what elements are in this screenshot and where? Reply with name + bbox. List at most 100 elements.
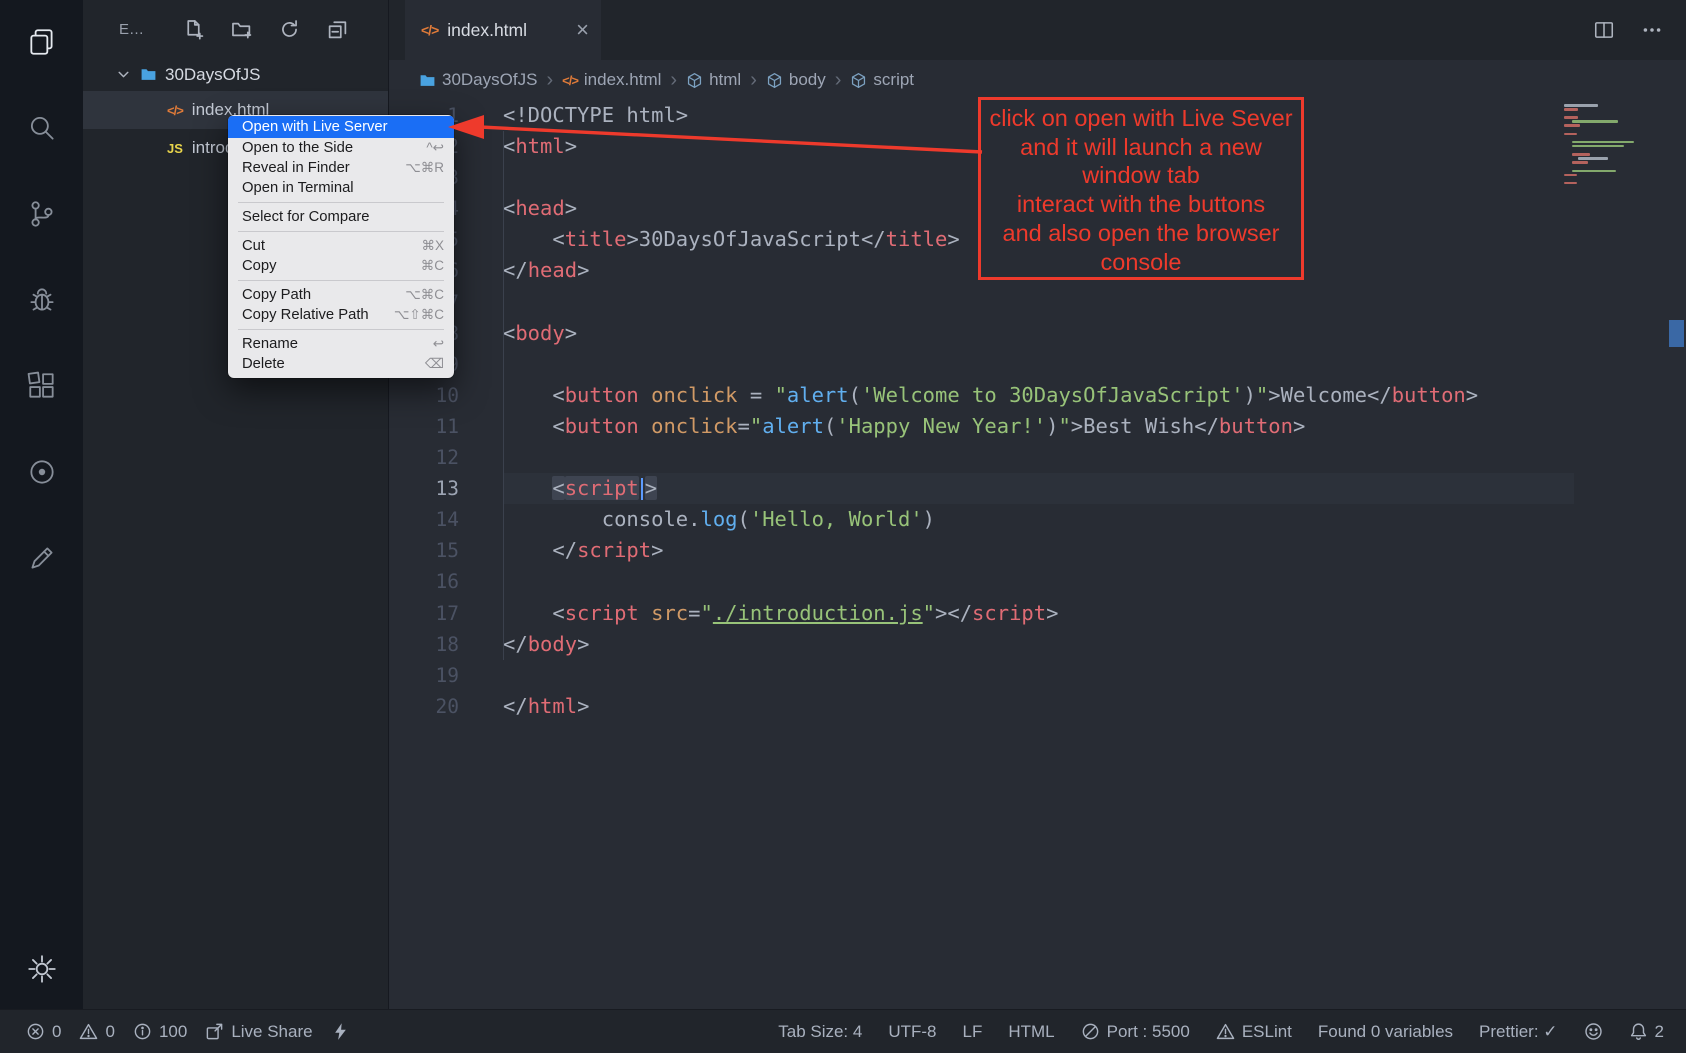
explorer-icon[interactable] <box>14 14 70 70</box>
code-line-11[interactable]: 11 <button onclick="alert('Happy New Yea… <box>389 411 1686 442</box>
code-line-8[interactable]: 8<body> <box>389 318 1686 349</box>
status-variables-found[interactable]: Found 0 variables <box>1318 1022 1453 1042</box>
settings-gear-icon[interactable] <box>14 941 70 997</box>
port-icon <box>1081 1022 1100 1041</box>
code-line-7[interactable]: 7 <box>389 287 1686 318</box>
line-number: 18 <box>389 629 459 660</box>
menu-item-open-in-terminal[interactable]: Open in Terminal <box>228 178 454 198</box>
refresh-explorer-icon[interactable] <box>278 18 300 40</box>
status-problems-warnings[interactable]: 0 <box>79 1022 114 1042</box>
live-share-icon <box>205 1022 224 1041</box>
line-content: <script> <box>503 473 1574 504</box>
breadcrumb-item-30daysofjs[interactable]: 30DaysOfJS <box>419 70 537 90</box>
html-icon: </> <box>562 73 578 88</box>
breadcrumb-item-html[interactable]: html <box>686 70 741 90</box>
code-line-9[interactable]: 9 <box>389 349 1686 380</box>
line-number: 14 <box>389 504 459 535</box>
source-control-icon[interactable] <box>14 186 70 242</box>
status-tab-size[interactable]: Tab Size: 4 <box>778 1022 862 1042</box>
menu-shortcut: ⌘C <box>421 256 444 276</box>
code-line-10[interactable]: 10 <button onclick = "alert('Welcome to … <box>389 380 1686 411</box>
run-and-debug-icon[interactable] <box>14 272 70 328</box>
explorer-title: E… <box>119 21 144 38</box>
line-content: <button onclick="alert('Happy New Year!'… <box>503 411 1574 442</box>
search-icon[interactable] <box>14 100 70 156</box>
menu-item-rename[interactable]: Rename↩ <box>228 334 454 354</box>
menu-item-copy[interactable]: Copy⌘C <box>228 256 454 276</box>
breadcrumb-item-script[interactable]: script <box>850 70 914 90</box>
status-live-share[interactable]: Live Share <box>205 1022 312 1042</box>
menu-separator <box>238 202 444 203</box>
remote-extension-icon[interactable] <box>14 444 70 500</box>
menu-item-copy-relative-path[interactable]: Copy Relative Path⌥⇧⌘C <box>228 305 454 325</box>
status-problems-errors[interactable]: 0 <box>26 1022 61 1042</box>
code-line-16[interactable]: 16 <box>389 566 1686 597</box>
code-line-13[interactable]: 13 <script> <box>389 473 1686 504</box>
close-tab-icon[interactable]: × <box>576 19 589 41</box>
menu-separator <box>238 329 444 330</box>
status-live-server-port[interactable]: Port : 5500 <box>1081 1022 1190 1042</box>
menu-item-copy-path[interactable]: Copy Path⌥⌘C <box>228 285 454 305</box>
feedback-icon[interactable] <box>14 530 70 586</box>
status-end-of-line[interactable]: LF <box>963 1022 983 1042</box>
code-line-19[interactable]: 19 <box>389 660 1686 691</box>
collapse-folders-icon[interactable] <box>326 18 348 40</box>
line-number: 19 <box>389 660 459 691</box>
warning-icon <box>79 1022 98 1041</box>
status-feedback-smiley[interactable] <box>1584 1022 1603 1041</box>
menu-shortcut: ⌘X <box>421 236 444 256</box>
code-line-18[interactable]: 18</body> <box>389 629 1686 660</box>
menu-item-cut[interactable]: Cut⌘X <box>228 236 454 256</box>
menu-separator <box>238 231 444 232</box>
status-notifications[interactable]: 2 <box>1629 1022 1664 1042</box>
annotation-box: click on open with Live Severand it will… <box>978 97 1304 280</box>
tab-index-html[interactable]: </> index.html × <box>405 0 601 60</box>
menu-item-delete[interactable]: Delete⌫ <box>228 354 454 374</box>
text-cursor <box>641 478 643 500</box>
smiley-icon <box>1584 1022 1603 1041</box>
status-prettier[interactable]: Prettier: ✓ <box>1479 1022 1557 1042</box>
folder-row-30DaysOfJS[interactable]: 30DaysOfJS <box>83 58 388 91</box>
breadcrumb-separator: › <box>835 69 842 92</box>
breadcrumb-item-index-html[interactable]: </>index.html <box>562 70 661 90</box>
split-editor-icon[interactable] <box>1592 18 1616 42</box>
line-content: </html> <box>503 691 1574 722</box>
status-eslint[interactable]: ESLint <box>1216 1022 1292 1042</box>
status-info-count[interactable]: 100 <box>133 1022 187 1042</box>
more-actions-icon[interactable] <box>1640 18 1664 42</box>
status-encoding[interactable]: UTF-8 <box>888 1022 936 1042</box>
code-line-20[interactable]: 20</html> <box>389 691 1686 722</box>
chevron-down-icon <box>115 66 132 83</box>
line-number: 10 <box>389 380 459 411</box>
activity-bar <box>0 0 83 1009</box>
line-content <box>503 442 1574 473</box>
menu-item-open-to-the-side[interactable]: Open to the Side^↩ <box>228 138 454 158</box>
cube-icon <box>686 72 703 89</box>
breadcrumb-item-body[interactable]: body <box>766 70 826 90</box>
status-quick-action[interactable] <box>331 1022 350 1041</box>
code-line-12[interactable]: 12 <box>389 442 1686 473</box>
new-file-icon[interactable] <box>182 18 204 40</box>
breadcrumb-separator: › <box>750 69 757 92</box>
line-content: <body> <box>503 318 1574 349</box>
annotation-line: window tab <box>981 161 1301 190</box>
code-line-15[interactable]: 15 </script> <box>389 535 1686 566</box>
minimap[interactable] <box>1564 104 1656 186</box>
new-folder-icon[interactable] <box>230 18 252 40</box>
line-content <box>503 660 1574 691</box>
line-content <box>503 349 1574 380</box>
menu-shortcut: ↩ <box>433 334 444 354</box>
code-line-17[interactable]: 17 <script src="./introduction.js"></scr… <box>389 598 1686 629</box>
line-content <box>503 566 1574 597</box>
menu-shortcut: ⌥⇧⌘C <box>394 305 444 325</box>
line-number: 13 <box>389 473 459 504</box>
line-content: <script src="./introduction.js"></script… <box>503 598 1574 629</box>
menu-item-open-with-live-server[interactable]: Open with Live Server <box>228 116 454 138</box>
annotation-line: and it will launch a new <box>981 133 1301 162</box>
menu-item-select-for-compare[interactable]: Select for Compare <box>228 207 454 227</box>
status-language-mode[interactable]: HTML <box>1008 1022 1054 1042</box>
menu-item-reveal-in-finder[interactable]: Reveal in Finder⌥⌘R <box>228 158 454 178</box>
line-number: 12 <box>389 442 459 473</box>
extensions-icon[interactable] <box>14 358 70 414</box>
code-line-14[interactable]: 14 console.log('Hello, World') <box>389 504 1686 535</box>
